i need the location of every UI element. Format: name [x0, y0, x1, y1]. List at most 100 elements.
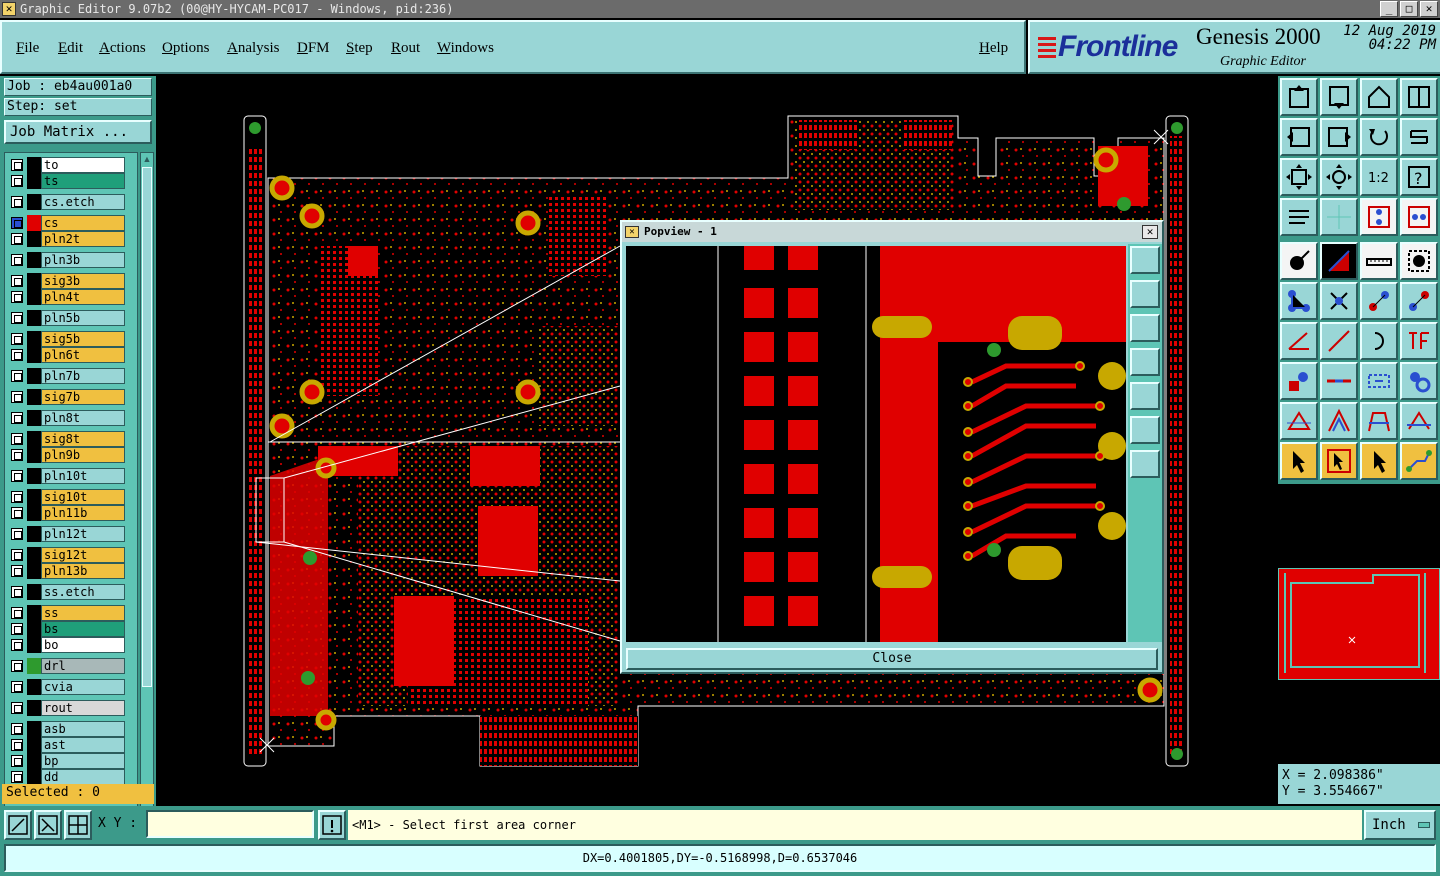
layer-checkbox[interactable] [11, 370, 23, 382]
layer-name[interactable]: pln9b [41, 447, 125, 463]
layer-color-swatch[interactable] [27, 700, 41, 716]
copy-feature-tool-button[interactable] [1400, 282, 1438, 320]
delete-feature-tool-button[interactable] [1320, 282, 1358, 320]
layer-checkbox[interactable] [11, 217, 23, 229]
layer-checkbox[interactable] [11, 312, 23, 324]
resize-tool-button[interactable] [1280, 362, 1318, 400]
layer-name[interactable]: pln3b [41, 252, 125, 268]
layer-color-swatch[interactable] [27, 157, 41, 173]
layer-color-swatch[interactable] [27, 563, 41, 579]
layer-name[interactable]: pln2t [41, 231, 125, 247]
layer-checkbox[interactable] [11, 771, 23, 783]
layer-color-swatch[interactable] [27, 389, 41, 405]
layer-color-swatch[interactable] [27, 505, 41, 521]
layer-name[interactable]: cs [41, 215, 125, 231]
popview-close-icon[interactable]: ✕ [1142, 225, 1158, 239]
layer-color-swatch[interactable] [27, 368, 41, 384]
layer-row[interactable]: ast [7, 737, 137, 753]
layer-row[interactable]: sig3b [7, 273, 137, 289]
layer-checkbox[interactable] [11, 623, 23, 635]
layer-row[interactable]: pln6t [7, 347, 137, 363]
menu-file[interactable]: File [16, 40, 39, 57]
rotate-feature-tool-button[interactable] [1280, 402, 1318, 440]
grid-tool-button[interactable] [1320, 198, 1358, 236]
layer-row[interactable]: pln5b [7, 310, 137, 326]
layer-row[interactable]: pln10t [7, 468, 137, 484]
layer-name[interactable]: bo [41, 637, 125, 653]
menu-step[interactable]: Step [346, 40, 373, 57]
layer-row[interactable]: cs.etch [7, 194, 137, 210]
scroll-up-arrow-icon[interactable]: ▲ [142, 154, 152, 164]
layer-row[interactable]: pln11b [7, 505, 137, 521]
layer-checkbox[interactable] [11, 528, 23, 540]
unit-selector[interactable]: Inch [1364, 810, 1436, 840]
text-tool-button[interactable] [1400, 322, 1438, 360]
rotate-view-tool-button[interactable] [1360, 118, 1398, 156]
ruler-tool-button[interactable] [1360, 242, 1398, 280]
layer-row[interactable]: drl [7, 658, 137, 674]
layer-checkbox[interactable] [11, 565, 23, 577]
grid-snap-button[interactable] [64, 810, 92, 840]
layer-name[interactable]: ast [41, 737, 125, 753]
pointer-box-tool-button[interactable] [1320, 442, 1358, 480]
layer-checkbox[interactable] [11, 196, 23, 208]
layer-color-swatch[interactable] [27, 331, 41, 347]
layer-checkbox[interactable] [11, 723, 23, 735]
layer-row[interactable]: pln2t [7, 231, 137, 247]
home-view-tool-button[interactable] [1360, 78, 1398, 116]
menu-options[interactable]: Options [162, 40, 210, 57]
info-button[interactable] [318, 810, 346, 840]
minimize-button[interactable]: _ [1380, 1, 1398, 17]
layer-color-swatch[interactable] [27, 231, 41, 247]
menu-actions[interactable]: Actions [99, 40, 146, 57]
layer-row[interactable]: asb [7, 721, 137, 737]
polygon-tool-button[interactable] [1360, 402, 1398, 440]
zoom-1to2-tool-button[interactable]: 1:2 [1360, 158, 1398, 196]
layer-checkbox[interactable] [11, 449, 23, 461]
layer-row[interactable]: dd [7, 769, 137, 785]
layer-row[interactable]: sig5b [7, 331, 137, 347]
popview-zoom-in-button[interactable] [1130, 416, 1160, 444]
layer-list-scrollbar[interactable]: ▲ ▼ [140, 152, 154, 852]
measure-tool-button[interactable] [1280, 198, 1318, 236]
layer-checkbox[interactable] [11, 159, 23, 171]
layer-name[interactable]: sig10t [41, 489, 125, 505]
layer-color-swatch[interactable] [27, 769, 41, 785]
select-area-tool-button[interactable] [1400, 242, 1438, 280]
popview-pan-left-button[interactable] [1130, 348, 1160, 376]
layer-color-swatch[interactable] [27, 273, 41, 289]
layer-name[interactable]: ss [41, 605, 125, 621]
layer-checkbox[interactable] [11, 755, 23, 767]
snap-tool-button[interactable] [1360, 198, 1398, 236]
layer-checkbox[interactable] [11, 639, 23, 651]
layer-row[interactable]: sig7b [7, 389, 137, 405]
layer-name[interactable]: sig12t [41, 547, 125, 563]
layer-color-swatch[interactable] [27, 621, 41, 637]
angle-line-tool-button[interactable] [1280, 322, 1318, 360]
layer-checkbox[interactable] [11, 491, 23, 503]
select-single-tool-button[interactable] [1280, 242, 1318, 280]
layer-row[interactable]: sig10t [7, 489, 137, 505]
layer-name[interactable]: ts [41, 173, 125, 189]
layer-name[interactable]: cvia [41, 679, 125, 695]
popview-pan-down-button[interactable] [1130, 314, 1160, 342]
layer-name[interactable]: to [41, 157, 125, 173]
layer-name[interactable]: pln7b [41, 368, 125, 384]
layer-name[interactable]: sig8t [41, 431, 125, 447]
layer-checkbox[interactable] [11, 507, 23, 519]
layer-row[interactable]: bo [7, 637, 137, 653]
layer-name[interactable]: bp [41, 753, 125, 769]
layer-checkbox[interactable] [11, 412, 23, 424]
layer-color-swatch[interactable] [27, 173, 41, 189]
pan-up-tool-button[interactable] [1280, 78, 1318, 116]
layer-checkbox[interactable] [11, 175, 23, 187]
color-select-tool-button[interactable] [1320, 242, 1358, 280]
layer-row[interactable]: pln7b [7, 368, 137, 384]
popview-zoom-home-button[interactable] [1130, 246, 1160, 274]
add-feature-tool-button[interactable] [1280, 282, 1318, 320]
maximize-button[interactable]: □ [1400, 1, 1418, 17]
layer-name[interactable]: drl [41, 658, 125, 674]
layer-checkbox[interactable] [11, 586, 23, 598]
layer-checkbox[interactable] [11, 254, 23, 266]
layer-name[interactable]: sig5b [41, 331, 125, 347]
